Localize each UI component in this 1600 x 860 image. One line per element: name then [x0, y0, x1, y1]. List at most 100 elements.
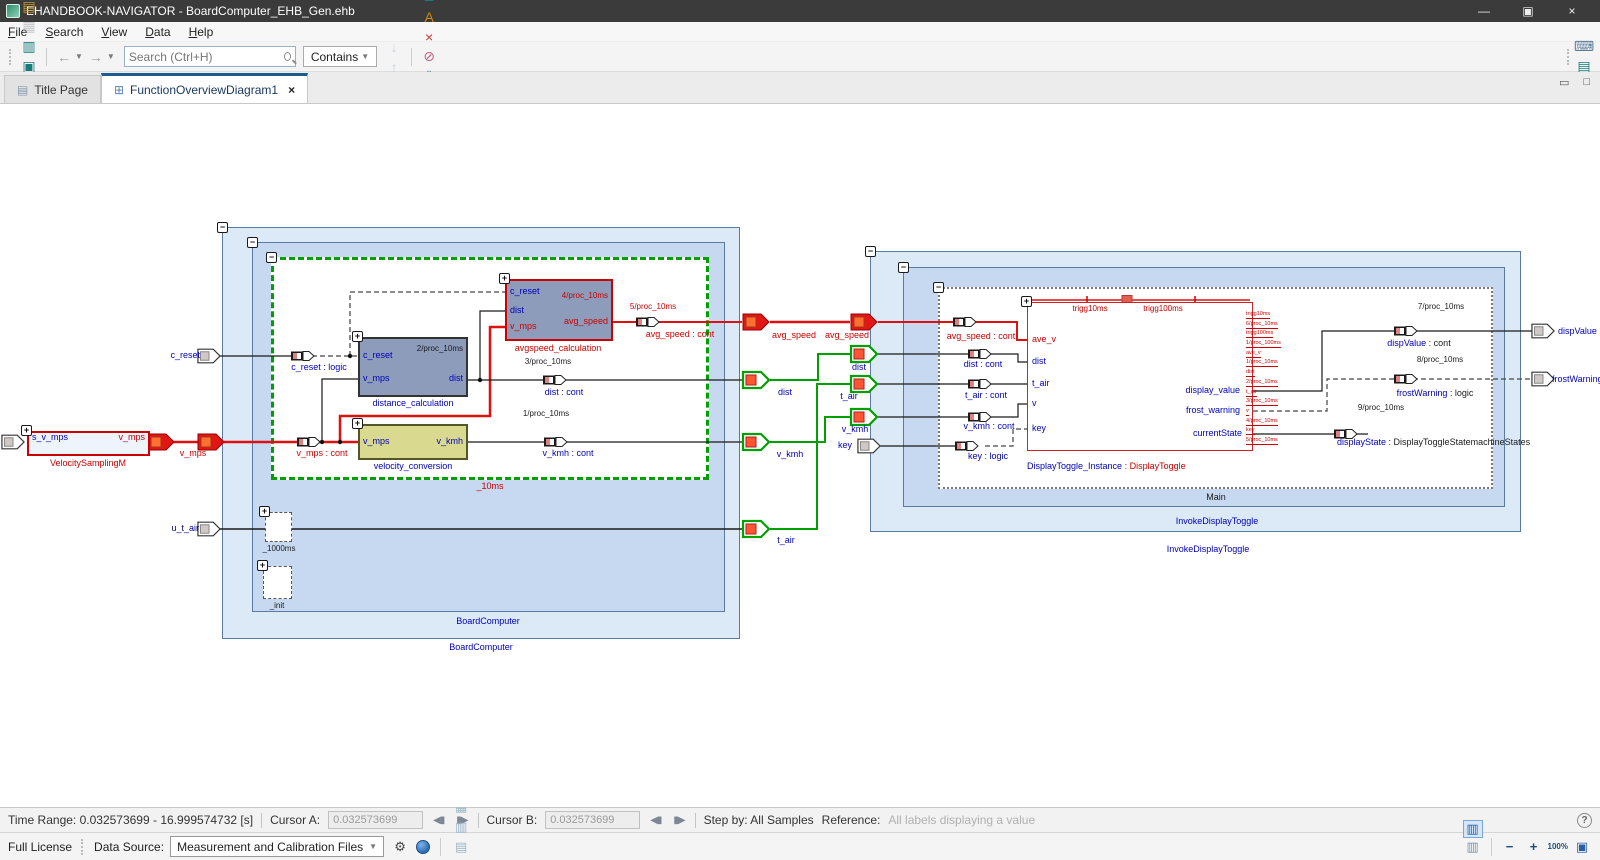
avg-speed-in-port[interactable] [850, 313, 878, 331]
toolbar-separator [46, 47, 47, 66]
next-match-icon: ↓ [390, 38, 398, 55]
diagram-label: dist [1246, 369, 1255, 377]
cursor-a-input[interactable] [328, 811, 424, 829]
cursor-b-step-forward-button[interactable]: ▮▶ [671, 815, 686, 826]
menu-item-data[interactable]: Data [145, 25, 170, 39]
zoom-in-button[interactable]: + [1524, 837, 1544, 857]
cursor-b-input[interactable] [545, 811, 641, 829]
signal-wire[interactable] [770, 353, 850, 381]
tab-function-overview-diagram[interactable]: ⊞ FunctionOverviewDiagram1 × [100, 73, 309, 103]
close-tab-icon[interactable]: × [288, 83, 295, 97]
tab-title-page[interactable]: ▤ Title Page [4, 75, 101, 103]
show-labels-icon[interactable]: A [419, 7, 439, 27]
measure-probe[interactable] [544, 437, 568, 447]
key-pin[interactable] [857, 438, 881, 454]
diagram-label: dist [777, 386, 793, 397]
collapse-labels-icon[interactable]: ≣ [419, 0, 439, 7]
separator [440, 837, 442, 856]
clear-labels-icon[interactable]: × [419, 27, 439, 47]
contains-dropdown[interactable]: Contains ▼ [302, 46, 378, 67]
measure-probe[interactable] [955, 441, 979, 451]
v-kmh-out-port[interactable] [741, 432, 771, 452]
experiment-icon: ▤ [454, 838, 468, 854]
u-t-air-pin[interactable] [197, 521, 221, 537]
zoom-100-button[interactable]: 100% [1548, 843, 1568, 851]
avg-speed-out-port[interactable] [742, 313, 770, 331]
fit-to-window-icon[interactable]: ▣ [1572, 837, 1592, 857]
restore-button[interactable]: ▣ [1506, 4, 1550, 18]
cursor-a-label: Cursor A: [270, 813, 321, 827]
v-mps-out-port[interactable] [147, 433, 175, 451]
import-ebook-icon[interactable]: ▥ [19, 37, 39, 57]
diagram-label: v_mps [510, 320, 537, 331]
signal-wire[interactable] [770, 416, 850, 443]
search-input[interactable] [128, 49, 284, 64]
collapse-button[interactable]: − [933, 282, 944, 293]
virtual-keyboard-icon[interactable]: ⌨ [1574, 37, 1594, 57]
menu-item-help[interactable]: Help [189, 25, 214, 39]
maximize-view-icon[interactable]: □ [1583, 76, 1590, 89]
expand-button[interactable]: + [1021, 296, 1032, 307]
layout-split-icon[interactable]: ▥ [1463, 838, 1483, 856]
open-icon[interactable]: ▤ [19, 0, 39, 17]
expand-button[interactable]: + [21, 425, 32, 436]
measure-probe[interactable] [968, 349, 992, 359]
menu-item-search[interactable]: Search [45, 25, 83, 39]
forward-dropdown-icon[interactable]: ▼ [107, 52, 115, 61]
diagram-label: avg_speed : cont [645, 328, 715, 339]
frostwarning-pin[interactable] [1531, 371, 1555, 387]
t-air-out-port[interactable] [741, 519, 771, 539]
settings-gear-icon[interactable]: ⚙ [390, 837, 410, 857]
back-icon[interactable]: ← [54, 47, 74, 67]
detach-probe-icon[interactable]: ⊘ [419, 47, 439, 67]
collapse-button[interactable]: − [865, 246, 876, 257]
s-v-mps-pin[interactable] [1, 434, 25, 450]
measure-probe[interactable] [291, 351, 315, 361]
expand-button[interactable]: + [499, 273, 510, 284]
collapse-button[interactable]: − [217, 222, 228, 233]
back-dropdown-icon[interactable]: ▼ [75, 52, 83, 61]
menu-item-view[interactable]: View [101, 25, 127, 39]
signal-wire[interactable] [878, 353, 1027, 363]
zoom-out-button[interactable]: − [1500, 837, 1520, 857]
signal-wire[interactable] [878, 403, 1027, 418]
measure-probe[interactable] [968, 379, 992, 389]
c-reset-pin[interactable] [197, 348, 221, 364]
measure-probe[interactable] [1394, 326, 1418, 336]
diagram-label: displayState : DisplayToggleStatemachine… [1337, 436, 1531, 447]
diagram-label: 1/proc_10ms [1246, 359, 1278, 367]
reference-placeholder: All labels displaying a value [888, 813, 1036, 827]
signal-wire[interactable] [985, 428, 1027, 447]
measure-probe[interactable] [297, 437, 321, 447]
expand-button[interactable]: + [352, 331, 363, 342]
expand-button[interactable]: + [257, 560, 268, 571]
dist-out-port[interactable] [741, 370, 771, 390]
expand-button[interactable]: + [352, 418, 363, 429]
layout-preview-icon[interactable]: ▢ [1463, 856, 1483, 860]
cursor-a-step-back-button[interactable]: ◀▮ [431, 815, 446, 826]
minimize-button[interactable]: — [1462, 4, 1506, 18]
minimize-view-icon[interactable]: ▭ [1559, 76, 1569, 89]
data-source-dropdown[interactable]: Measurement and Calibration Files ▼ [170, 836, 385, 857]
collapse-button[interactable]: − [898, 262, 909, 273]
dispvalue-pin[interactable] [1531, 323, 1555, 339]
diagram-label: key [1246, 427, 1255, 435]
cursor-b-step-back-button[interactable]: ◀▮ [648, 815, 663, 826]
diagram-label: frostWarning [1552, 373, 1600, 384]
task-init-block[interactable] [263, 566, 292, 599]
close-button[interactable]: × [1550, 4, 1594, 18]
expand-button[interactable]: + [259, 506, 270, 517]
signal-wire[interactable] [479, 310, 505, 380]
diagram-label: 8/proc_10ms [1416, 355, 1464, 364]
collapse-button[interactable]: − [266, 252, 277, 263]
dist-in-port[interactable] [849, 344, 879, 364]
measure-probe[interactable] [543, 375, 567, 385]
measure-probe[interactable] [1394, 374, 1418, 384]
measure-probe[interactable] [636, 317, 660, 327]
layout-single-icon[interactable]: ▥ [1462, 819, 1483, 838]
measure-probe[interactable] [953, 317, 977, 327]
online-globe-icon[interactable] [416, 839, 431, 854]
diagram-canvas[interactable]: c_reset c_reset : logic v_mps v_mps : cont V… [0, 104, 1600, 807]
collapse-button[interactable]: − [247, 237, 258, 248]
forward-icon[interactable]: → [86, 47, 106, 67]
